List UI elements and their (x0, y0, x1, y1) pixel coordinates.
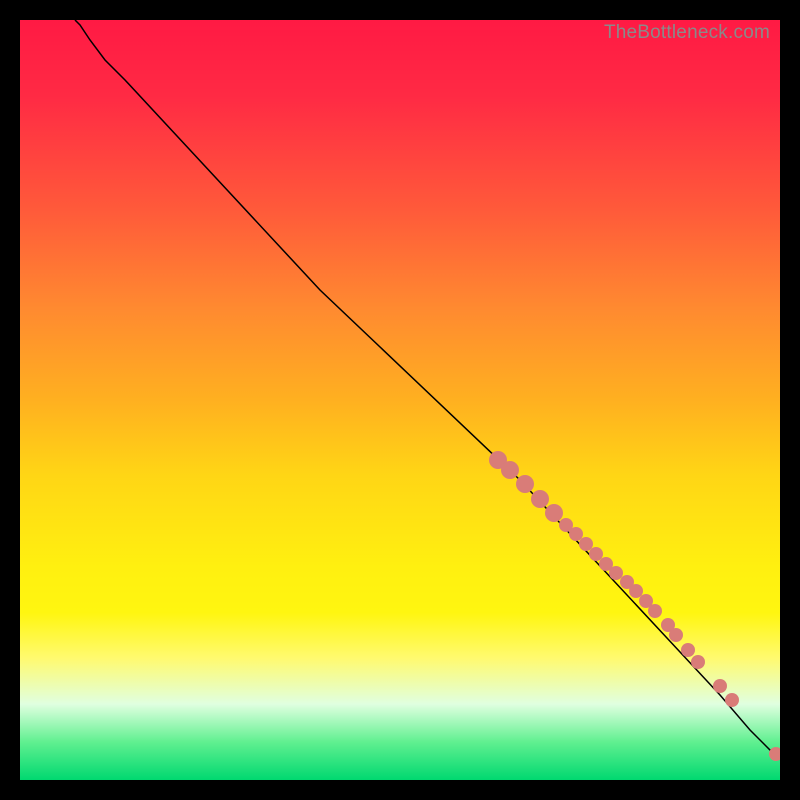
stage: TheBottleneck.com (0, 0, 800, 800)
data-point (531, 490, 549, 508)
trend-line (75, 20, 778, 756)
data-point (681, 643, 695, 657)
data-point (579, 537, 593, 551)
chart-svg (20, 20, 780, 780)
data-point (713, 679, 727, 693)
data-point (569, 527, 583, 541)
data-point (648, 604, 662, 618)
data-point (725, 693, 739, 707)
data-point (589, 547, 603, 561)
data-point (545, 504, 563, 522)
data-point (629, 584, 643, 598)
data-point (769, 747, 780, 761)
data-point (691, 655, 705, 669)
data-point (516, 475, 534, 493)
data-point (609, 566, 623, 580)
data-point (669, 628, 683, 642)
data-point (501, 461, 519, 479)
chart-area: TheBottleneck.com (20, 20, 780, 780)
